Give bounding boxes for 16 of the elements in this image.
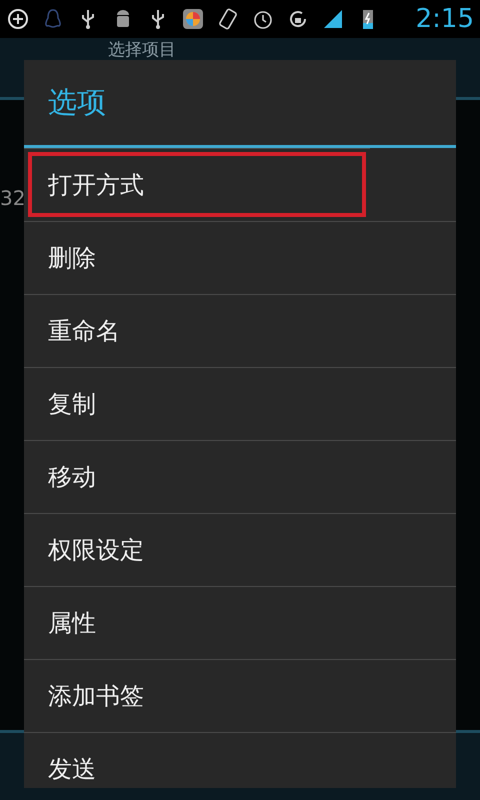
menu-item[interactable]: 打开方式 (24, 148, 370, 221)
app-title: 选择项目 (108, 40, 176, 60)
menu-item[interactable]: 添加书签 (24, 659, 456, 732)
status-time: 2:15 (416, 6, 474, 32)
list-text: 32 (0, 185, 26, 212)
menu-item[interactable]: 移动 (24, 440, 456, 513)
menu-item[interactable]: 删除 (24, 221, 456, 294)
add-circle-icon (6, 7, 30, 31)
menu-item[interactable]: 复制 (24, 367, 456, 440)
menu-item[interactable]: 发送 (24, 732, 456, 788)
menu-item[interactable]: 权限设定 (24, 513, 456, 586)
dialog-title: 选项 (24, 60, 456, 148)
app-icon (181, 7, 205, 31)
phone-rotate-icon (216, 7, 240, 31)
menu-item[interactable]: 重命名 (24, 294, 456, 367)
menu-item[interactable]: 属性 (24, 586, 456, 659)
